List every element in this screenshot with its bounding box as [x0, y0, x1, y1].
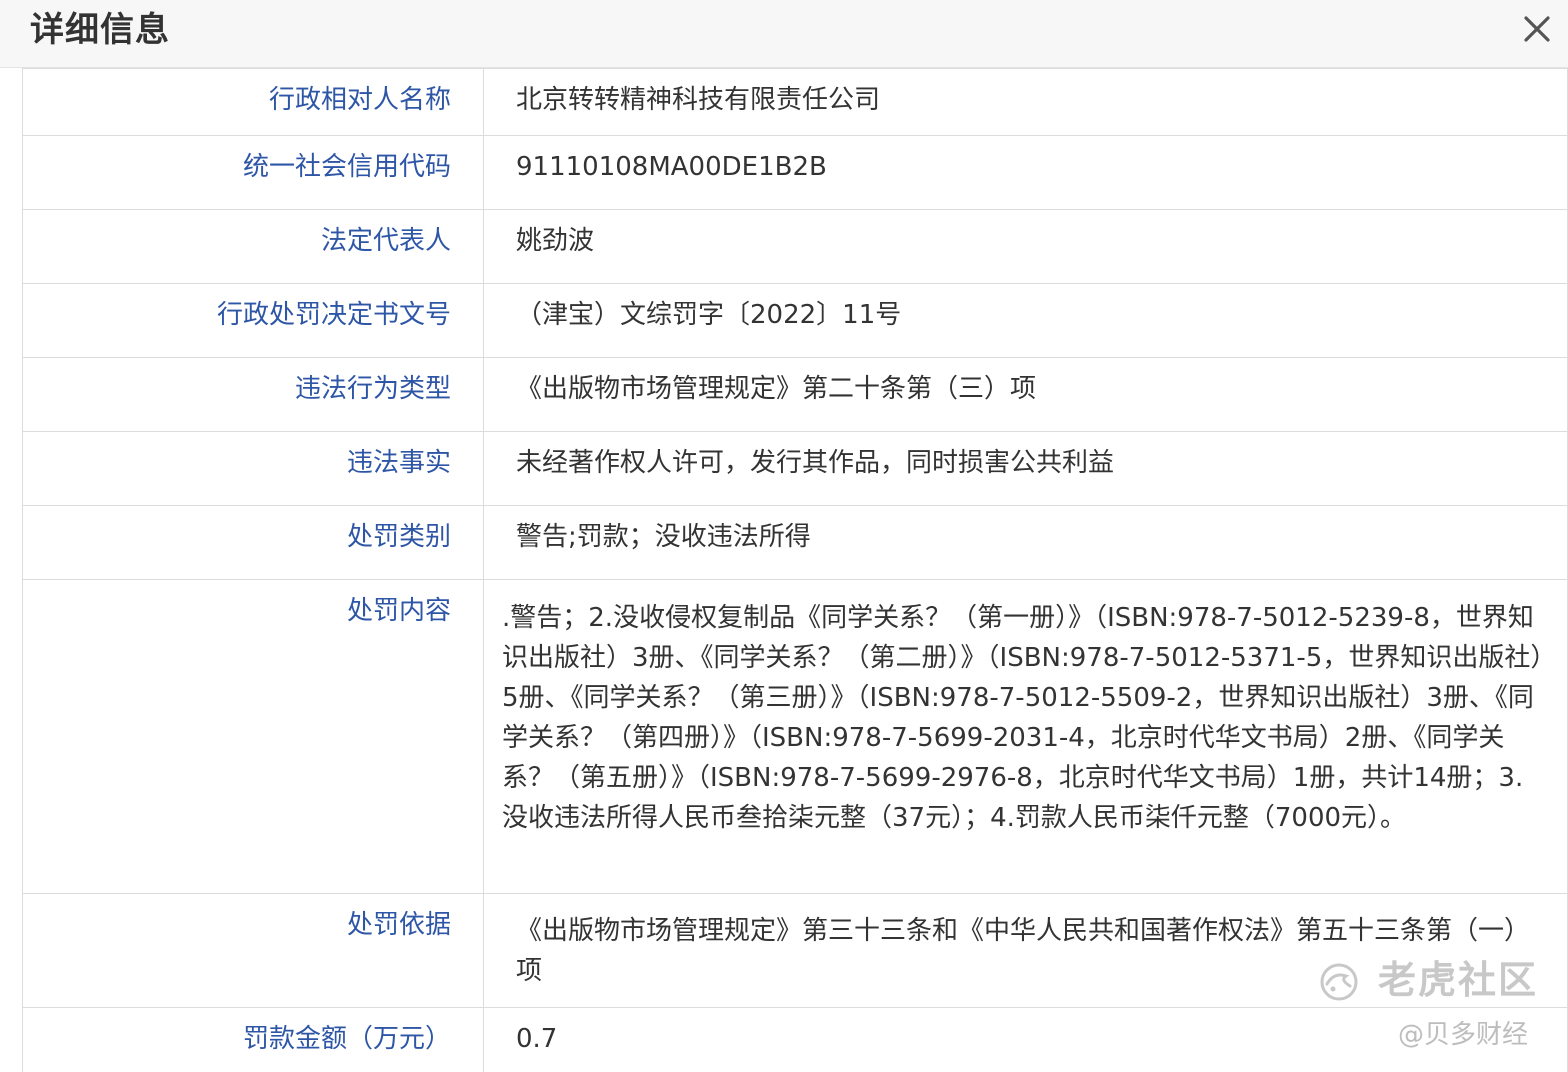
- value-penalty-category: 警告;罚款；没收违法所得: [483, 505, 1568, 580]
- label-penalty-category: 处罚类别: [22, 505, 484, 580]
- value-penalty-content: .警告；2.没收侵权复制品《同学关系？（第一册）》（ISBN:978-7-501…: [483, 579, 1568, 894]
- dialog-header: 详细信息: [0, 0, 1568, 68]
- detail-table: 行政相对人名称 北京转转精神科技有限责任公司 统一社会信用代码 91110108…: [22, 68, 1568, 1072]
- value-violation-facts: 未经著作权人许可，发行其作品，同时损害公共利益: [483, 431, 1568, 506]
- row-penalty-category: 处罚类别 警告;罚款；没收违法所得: [22, 505, 1568, 580]
- row-violation-facts: 违法事实 未经著作权人许可，发行其作品，同时损害公共利益: [22, 431, 1568, 506]
- value-credit-code: 91110108MA00DE1B2B: [483, 135, 1568, 210]
- value-decision-number: （津宝）文综罚字〔2022〕11号: [483, 283, 1568, 358]
- label-violation-facts: 违法事实: [22, 431, 484, 506]
- row-violation-type: 违法行为类型 《出版物市场管理规定》第二十条第（三）项: [22, 357, 1568, 432]
- label-penalty-content: 处罚内容: [22, 579, 484, 894]
- row-legal-representative: 法定代表人 姚劲波: [22, 209, 1568, 284]
- label-legal-representative: 法定代表人: [22, 209, 484, 284]
- value-penalty-basis: 《出版物市场管理规定》第三十三条和《中华人民共和国著作权法》第五十三条第（一）项: [483, 893, 1568, 1008]
- value-party-name: 北京转转精神科技有限责任公司: [483, 68, 1568, 136]
- row-party-name: 行政相对人名称 北京转转精神科技有限责任公司: [22, 68, 1568, 136]
- row-penalty-content: 处罚内容 .警告；2.没收侵权复制品《同学关系？（第一册）》（ISBN:978-…: [22, 579, 1568, 894]
- close-icon: [1524, 16, 1550, 42]
- value-fine-amount: 0.7: [483, 1007, 1568, 1072]
- row-fine-amount: 罚款金额（万元） 0.7: [22, 1007, 1568, 1072]
- label-party-name: 行政相对人名称: [22, 68, 484, 136]
- label-credit-code: 统一社会信用代码: [22, 135, 484, 210]
- dialog-title: 详细信息: [30, 10, 170, 50]
- label-violation-type: 违法行为类型: [22, 357, 484, 432]
- close-button[interactable]: [1520, 12, 1554, 46]
- row-decision-number: 行政处罚决定书文号 （津宝）文综罚字〔2022〕11号: [22, 283, 1568, 358]
- value-legal-representative: 姚劲波: [483, 209, 1568, 284]
- detail-table-container[interactable]: 行政相对人名称 北京转转精神科技有限责任公司 统一社会信用代码 91110108…: [22, 68, 1568, 1072]
- row-credit-code: 统一社会信用代码 91110108MA00DE1B2B: [22, 135, 1568, 210]
- value-violation-type: 《出版物市场管理规定》第二十条第（三）项: [483, 357, 1568, 432]
- row-penalty-basis: 处罚依据 《出版物市场管理规定》第三十三条和《中华人民共和国著作权法》第五十三条…: [22, 893, 1568, 1008]
- label-fine-amount: 罚款金额（万元）: [22, 1007, 484, 1072]
- label-penalty-basis: 处罚依据: [22, 893, 484, 1008]
- label-decision-number: 行政处罚决定书文号: [22, 283, 484, 358]
